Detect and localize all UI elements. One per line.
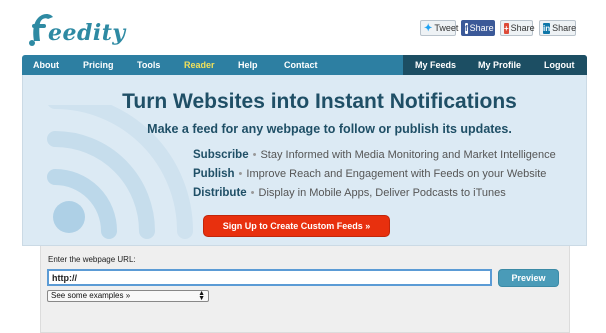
hero-title: Turn Websites into Instant Notifications: [122, 90, 517, 113]
select-arrows-icon: ▲ ▼: [198, 290, 205, 302]
nav-pricing[interactable]: Pricing: [83, 60, 114, 70]
facebook-share-label: Share: [469, 23, 494, 33]
nav-reader[interactable]: Reader: [184, 60, 215, 70]
feature-desc: Display in Mobile Apps, Deliver Podcasts…: [258, 187, 506, 199]
tweet-label: Tweet: [434, 23, 459, 33]
hero-subtitle: Make a feed for any webpage to follow or…: [147, 122, 512, 136]
linkedin-icon: in: [543, 22, 551, 34]
feature-term: Subscribe: [193, 149, 249, 161]
url-form: Enter the webpage URL: Preview See some …: [40, 246, 570, 333]
main-nav: About Pricing Tools Reader Help Contact …: [22, 55, 587, 75]
feature-term: Publish: [193, 168, 235, 180]
signup-button[interactable]: Sign Up to Create Custom Feeds »: [203, 215, 390, 237]
feature-subscribe: Subscribe • Stay Informed with Media Monit…: [193, 149, 556, 161]
facebook-share-button[interactable]: f Share: [461, 20, 495, 36]
google-share-label: Share: [510, 23, 535, 33]
url-input[interactable]: [47, 269, 492, 286]
feature-distribute: Distribute • Display in Mobile Apps, Deliv…: [193, 187, 506, 199]
twitter-icon: ✦: [424, 22, 433, 34]
url-label: Enter the webpage URL:: [48, 255, 136, 264]
nav-help[interactable]: Help: [238, 60, 258, 70]
nav-my-feeds[interactable]: My Feeds: [415, 60, 456, 70]
examples-select[interactable]: See some examples » ▲ ▼: [47, 290, 209, 302]
nav-tools[interactable]: Tools: [137, 60, 160, 70]
nav-contact[interactable]: Contact: [284, 60, 318, 70]
nav-about[interactable]: About: [33, 60, 59, 70]
nav-my-profile[interactable]: My Profile: [478, 60, 521, 70]
feature-desc: Stay Informed with Media Monitoring and …: [260, 149, 556, 161]
preview-button[interactable]: Preview: [498, 269, 559, 287]
nav-logout[interactable]: Logout: [544, 60, 575, 70]
examples-selected-value: See some examples »: [51, 291, 131, 300]
linkedin-share-button[interactable]: in Share: [539, 20, 576, 36]
bullet-icon: •: [238, 168, 243, 180]
feature-term: Distribute: [193, 187, 247, 199]
feature-publish: Publish • Improve Reach and Engagement wit…: [193, 168, 546, 180]
bullet-icon: •: [252, 149, 257, 161]
google-share-button[interactable]: + Share: [500, 20, 535, 36]
google-plus-icon: +: [504, 22, 509, 34]
tweet-button[interactable]: ✦ Tweet: [420, 20, 459, 36]
logo-text: eedity: [48, 20, 126, 46]
facebook-icon: f: [465, 22, 468, 34]
feature-desc: Improve Reach and Engagement with Feeds …: [246, 168, 547, 180]
linkedin-share-label: Share: [552, 23, 577, 33]
hero-banner: Turn Websites into Instant Notifications…: [22, 75, 587, 246]
bullet-icon: •: [250, 187, 255, 199]
feedity-logo[interactable]: eedity: [26, 7, 126, 47]
